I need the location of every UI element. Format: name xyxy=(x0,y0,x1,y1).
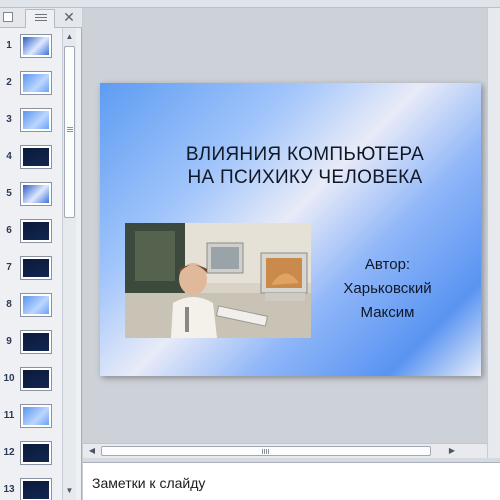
slide-thumbnail-row[interactable]: 4 xyxy=(0,145,62,175)
slide-thumbnail[interactable] xyxy=(20,478,52,500)
slide-thumbnail-row[interactable]: 6 xyxy=(0,219,62,249)
thumbnail-preview xyxy=(23,407,49,425)
notes-pane[interactable]: Заметки к слайду xyxy=(83,462,500,500)
thumbnail-preview xyxy=(23,481,49,499)
author-label: Автор: xyxy=(364,256,411,273)
slide-thumbnail-row[interactable]: 13 xyxy=(0,478,62,500)
slide-number: 3 xyxy=(6,114,12,125)
thumbnail-preview xyxy=(23,333,49,351)
slide-number: 9 xyxy=(6,336,12,347)
slide-thumbnail-row[interactable]: 8 xyxy=(0,293,62,323)
slide-number: 6 xyxy=(6,225,12,236)
slides-tab-icon[interactable] xyxy=(3,12,13,22)
notes-placeholder[interactable]: Заметки к слайду xyxy=(92,475,205,491)
slide-thumbnail[interactable] xyxy=(20,219,52,243)
slide-thumbnail[interactable] xyxy=(20,441,52,465)
current-slide[interactable]: ВЛИЯНИЯ КОМПЬЮТЕРА НА ПСИХИКУ ЧЕЛОВЕКА А… xyxy=(100,83,481,376)
slide-thumbnail[interactable] xyxy=(20,367,52,391)
grip-icon xyxy=(67,127,73,133)
slide-number: 7 xyxy=(6,262,12,273)
scroll-right-icon[interactable]: ▶ xyxy=(445,444,459,458)
slide-number: 2 xyxy=(6,77,12,88)
scroll-up-icon[interactable]: ▲ xyxy=(63,30,76,43)
thumbnail-preview xyxy=(23,370,49,388)
thumbnail-preview xyxy=(23,185,49,203)
slide-thumbnail[interactable] xyxy=(20,71,52,95)
scroll-left-icon[interactable]: ◀ xyxy=(85,444,99,458)
close-icon[interactable]: ✕ xyxy=(62,9,76,25)
slides-pane: ✕ 1 2 3 4 5 6 7 8 9 10 11 12 13 ▲ ▼ xyxy=(0,8,82,500)
slide-number: 12 xyxy=(3,447,15,458)
slide-thumbnail-row[interactable]: 3 xyxy=(0,108,62,138)
photo-boy-at-computer xyxy=(125,223,311,338)
ribbon-strip xyxy=(0,0,500,8)
thumbnail-preview xyxy=(23,444,49,462)
thumbnail-preview xyxy=(23,259,49,277)
slide-number: 5 xyxy=(6,188,12,199)
thumbnail-preview xyxy=(23,296,49,314)
slide-thumbnail[interactable] xyxy=(20,256,52,280)
slide-thumbnail[interactable] xyxy=(20,145,52,169)
thumbnail-preview xyxy=(23,37,49,55)
pane-tabs: ✕ xyxy=(0,8,82,28)
slide-number: 4 xyxy=(6,151,12,162)
slide-title[interactable]: ВЛИЯНИЯ КОМПЬЮТЕРА НА ПСИХИКУ ЧЕЛОВЕКА xyxy=(140,143,470,189)
slide-thumbnail[interactable] xyxy=(20,330,52,354)
slide-thumbnail-row[interactable]: 1 xyxy=(0,34,62,64)
author-name-line2: Максим xyxy=(360,304,415,321)
slide-thumbnail[interactable] xyxy=(20,34,52,58)
thumbnail-preview xyxy=(23,111,49,129)
main-vertical-scrollbar[interactable] xyxy=(487,8,500,458)
slide-thumbnail[interactable] xyxy=(20,182,52,206)
slide-editing-area: ВЛИЯНИЯ КОМПЬЮТЕРА НА ПСИХИКУ ЧЕЛОВЕКА А… xyxy=(83,8,500,456)
slide-number: 13 xyxy=(3,484,15,495)
thumbnail-scrollbar[interactable]: ▲ ▼ xyxy=(62,28,76,500)
slide-photo[interactable] xyxy=(125,223,311,338)
slide-thumbnail-row[interactable]: 7 xyxy=(0,256,62,286)
slide-title-line2: НА ПСИХИКУ ЧЕЛОВЕКА xyxy=(187,167,423,188)
slide-number: 1 xyxy=(6,40,12,51)
slide-thumbnail-list: 1 2 3 4 5 6 7 8 9 10 11 12 13 xyxy=(0,30,62,500)
horizontal-scrollbar-thumb[interactable] xyxy=(101,446,431,456)
slide-thumbnail-row[interactable]: 5 xyxy=(0,182,62,212)
slide-number: 10 xyxy=(3,373,15,384)
horizontal-scrollbar[interactable]: ◀ ▶ xyxy=(83,443,487,458)
slide-thumbnail[interactable] xyxy=(20,404,52,428)
thumbnail-preview xyxy=(23,222,49,240)
grip-icon xyxy=(262,449,269,454)
slide-thumbnail-row[interactable]: 10 xyxy=(0,367,62,397)
thumbnail-preview xyxy=(23,74,49,92)
slide-thumbnail-row[interactable]: 11 xyxy=(0,404,62,434)
slide-number: 8 xyxy=(6,299,12,310)
scroll-down-icon[interactable]: ▼ xyxy=(63,484,76,497)
outline-tab-icon xyxy=(35,14,47,23)
scrollbar-thumb[interactable] xyxy=(64,46,75,218)
slide-thumbnail-row[interactable]: 2 xyxy=(0,71,62,101)
slide-thumbnail-row[interactable]: 12 xyxy=(0,441,62,471)
slide-thumbnail-row[interactable]: 9 xyxy=(0,330,62,360)
slide-thumbnail[interactable] xyxy=(20,108,52,132)
slide-number: 11 xyxy=(3,410,15,421)
slide-thumbnail[interactable] xyxy=(20,293,52,317)
slide-title-line1: ВЛИЯНИЯ КОМПЬЮТЕРА xyxy=(185,144,425,165)
outline-tab[interactable] xyxy=(25,9,55,28)
slide-author-block[interactable]: Автор: Харьковский Максим xyxy=(325,253,450,325)
author-name-line1: Харьковский xyxy=(343,280,432,297)
thumbnail-preview xyxy=(23,148,49,166)
